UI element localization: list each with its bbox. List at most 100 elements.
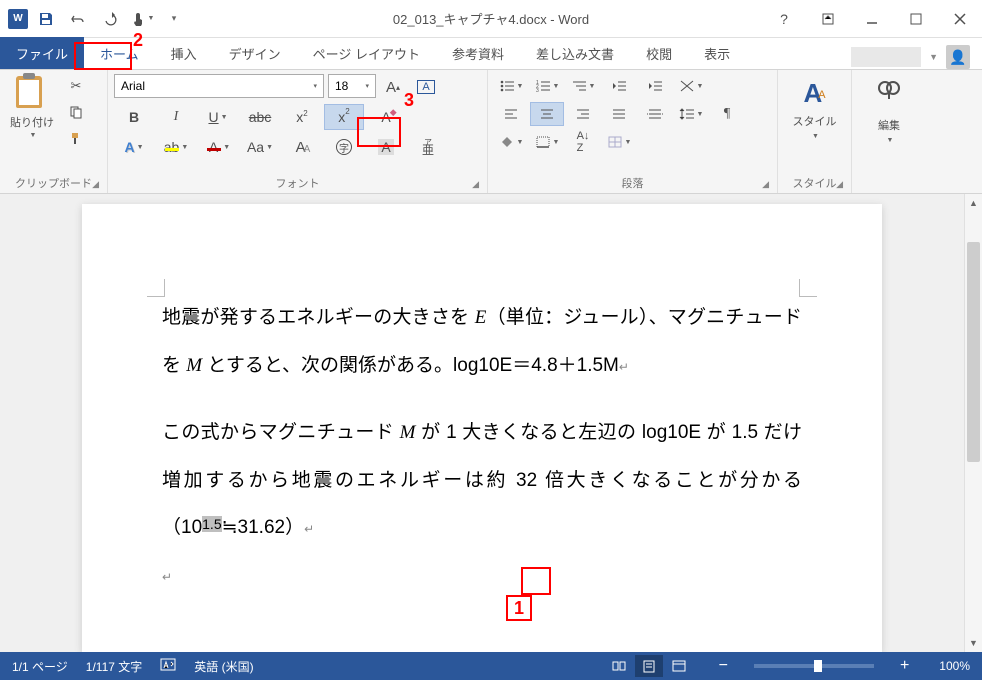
asian-layout-button[interactable]: ▼ (674, 74, 708, 98)
align-center-button[interactable] (530, 102, 564, 126)
sort-button[interactable]: A↓Z (566, 130, 600, 154)
margin-corner-icon (799, 279, 817, 297)
grid-button[interactable]: ▼ (602, 130, 636, 154)
document-area: 地震が発するエネルギーの大きさを E（単位：ジュール）、マグニチュードを M と… (0, 194, 982, 652)
selected-text: 1.5 (202, 516, 221, 532)
redo-button[interactable] (96, 5, 124, 33)
cut-button[interactable]: ✂ (62, 74, 90, 98)
justify-button[interactable] (602, 102, 636, 126)
help-button[interactable]: ? (766, 5, 802, 33)
enclose-char-button[interactable]: 字 (324, 134, 364, 160)
char-scale-button[interactable]: AA (282, 134, 322, 160)
font-dialog-launcher[interactable]: ◢ (472, 179, 479, 190)
user-icon[interactable]: 👤 (946, 45, 970, 69)
editing-group-label (858, 177, 920, 191)
zoom-out-button[interactable]: − (719, 657, 728, 675)
highlight-button[interactable]: ab▼ (156, 134, 196, 160)
scroll-thumb[interactable] (967, 242, 980, 462)
subscript-button[interactable]: x2 (282, 104, 322, 130)
scroll-up-button[interactable]: ▲ (965, 194, 982, 212)
copy-button[interactable] (62, 100, 90, 124)
superscript-button[interactable]: x2 (324, 104, 364, 130)
spellcheck-icon[interactable] (160, 658, 176, 675)
font-color-button[interactable]: A▼ (198, 134, 238, 160)
underline-button[interactable]: U▼ (198, 104, 238, 130)
distributed-button[interactable] (638, 102, 672, 126)
tab-references[interactable]: 参考資料 (436, 37, 520, 69)
zoom-slider[interactable] (754, 664, 874, 668)
clear-formatting-button[interactable]: A◆ (366, 104, 406, 130)
svg-text:3: 3 (536, 88, 539, 93)
align-right-button[interactable] (566, 102, 600, 126)
qat-customize-button[interactable]: ▾ (160, 5, 188, 33)
undo-button[interactable] (64, 5, 92, 33)
word-count[interactable]: 1/117 文字 (86, 658, 142, 675)
clipboard-dialog-launcher[interactable]: ◢ (92, 179, 99, 190)
format-painter-button[interactable] (62, 126, 90, 150)
tab-file[interactable]: ファイル (0, 37, 84, 69)
multilevel-list-button[interactable]: ▼ (566, 74, 600, 98)
ribbon: 貼り付け ▼ ✂ クリップボード◢ Arial▾ 18▾ A▴ A B I U▼ (0, 70, 982, 194)
char-shading-button[interactable]: A (366, 134, 406, 160)
ribbon-display-button[interactable] (810, 5, 846, 33)
editing-button[interactable]: 編集 ▼ (867, 74, 911, 148)
print-layout-button[interactable] (635, 655, 663, 677)
borders-button[interactable]: ▼ (530, 130, 564, 154)
tab-view[interactable]: 表示 (688, 37, 746, 69)
tab-design[interactable]: デザイン (213, 37, 297, 69)
zoom-in-button[interactable]: + (900, 657, 909, 675)
font-name-combo[interactable]: Arial▾ (114, 74, 324, 98)
decrease-indent-button[interactable] (602, 74, 636, 98)
styles-dialog-launcher[interactable]: ◢ (836, 179, 843, 190)
tab-insert[interactable]: 挿入 (155, 37, 213, 69)
language-status[interactable]: 英語 (米国) (194, 658, 253, 675)
page-count[interactable]: 1/1 ページ (12, 658, 68, 675)
word-app-icon: W (8, 9, 28, 29)
grow-font-button[interactable]: A▴ (380, 74, 406, 100)
web-layout-button[interactable] (665, 655, 693, 677)
read-mode-button[interactable] (605, 655, 633, 677)
find-icon (875, 78, 903, 113)
numbering-button[interactable]: 123▼ (530, 74, 564, 98)
signin-area[interactable] (851, 47, 921, 67)
italic-button[interactable]: I (156, 104, 196, 130)
window-title: 02_013_キャプチャ4.docx - Word (393, 9, 589, 28)
strikethrough-button[interactable]: abc (240, 104, 280, 130)
paste-button[interactable]: 貼り付け ▼ (6, 74, 58, 141)
maximize-button[interactable] (898, 5, 934, 33)
increase-indent-button[interactable] (638, 74, 672, 98)
clipboard-group-label: クリップボード◢ (6, 173, 101, 191)
show-marks-button[interactable]: ¶ (710, 102, 744, 126)
tab-layout[interactable]: ページ レイアウト (297, 37, 436, 69)
change-case-button[interactable]: Aa▼ (240, 134, 280, 160)
align-left-button[interactable] (494, 102, 528, 126)
callout-label-3: 3 (404, 90, 414, 111)
tab-review[interactable]: 校閲 (630, 37, 688, 69)
scroll-down-button[interactable]: ▼ (965, 634, 982, 652)
document-body[interactable]: 地震が発するエネルギーの大きさを E（単位：ジュール）、マグニチュードを M と… (162, 294, 802, 599)
paragraph-group-label: 段落◢ (494, 173, 771, 191)
tab-home[interactable]: ホーム (84, 37, 155, 69)
styles-button[interactable]: Aᴬ スタイル ▼ (785, 74, 845, 144)
zoom-level[interactable]: 100% (939, 659, 970, 673)
bold-button[interactable]: B (114, 104, 154, 130)
bullets-button[interactable]: ▼ (494, 74, 528, 98)
title-bar: W ▼ ▾ 02_013_キャプチャ4.docx - Word ? (0, 0, 982, 38)
shading-button[interactable]: ▼ (494, 130, 528, 154)
tab-mailings[interactable]: 差し込み文書 (520, 37, 630, 69)
font-size-combo[interactable]: 18▾ (328, 74, 376, 98)
ribbon-tab-bar: ファイル ホーム 挿入 デザイン ページ レイアウト 参考資料 差し込み文書 校… (0, 38, 982, 70)
save-button[interactable] (32, 5, 60, 33)
text-effects-button[interactable]: A▼ (114, 134, 154, 160)
paragraph-dialog-launcher[interactable]: ◢ (762, 179, 769, 190)
close-button[interactable] (942, 5, 978, 33)
status-bar: 1/1 ページ 1/117 文字 英語 (米国) − + 100% (0, 652, 982, 680)
vertical-scrollbar[interactable]: ▲ ▼ (964, 194, 982, 652)
document-page[interactable]: 地震が発するエネルギーの大きさを E（単位：ジュール）、マグニチュードを M と… (82, 204, 882, 652)
line-spacing-button[interactable]: ▼ (674, 102, 708, 126)
phonetic-guide-button[interactable]: ア亜 (408, 134, 448, 160)
minimize-button[interactable] (854, 5, 890, 33)
paste-icon (16, 76, 48, 112)
touch-mode-button[interactable]: ▼ (128, 5, 156, 33)
textbox-button[interactable]: A (410, 74, 442, 100)
